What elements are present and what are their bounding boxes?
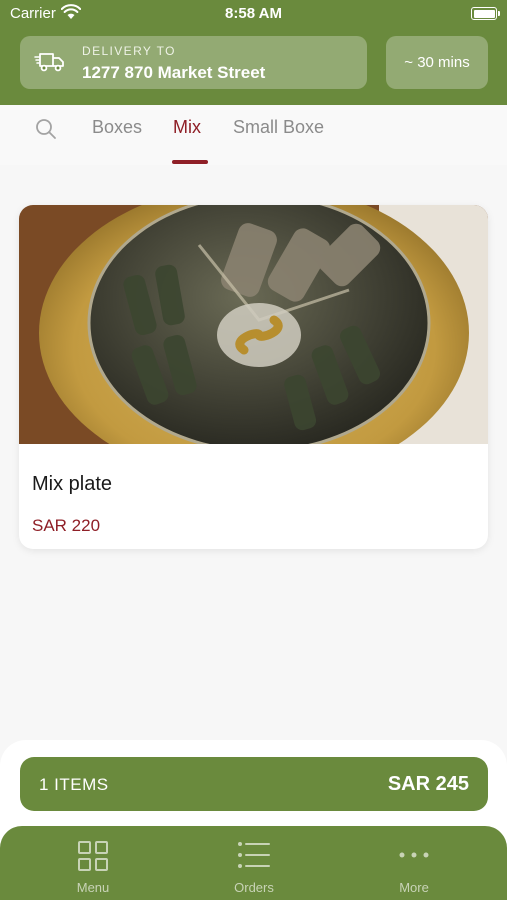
tabbar-label-orders: Orders: [234, 880, 274, 895]
cart-item-count: 1 ITEMS: [39, 775, 109, 794]
tabbar-item-orders[interactable]: Orders: [194, 826, 314, 900]
product-price: SAR 220: [32, 516, 101, 535]
battery-icon: [471, 7, 500, 20]
tab-boxes[interactable]: Boxes: [92, 117, 142, 138]
eta-button[interactable]: ~ 30 mins: [386, 36, 488, 89]
tabbar-label-menu: Menu: [76, 880, 110, 895]
tabbar-label-more: More: [399, 880, 429, 895]
tab-small-boxes[interactable]: Small Boxe: [233, 117, 324, 138]
cart-total: SAR 245: [387, 773, 469, 795]
delivery-truck-icon: [34, 53, 64, 72]
product-title: Mix plate: [32, 473, 113, 495]
product-image: [19, 205, 488, 444]
more-icon: [399, 852, 429, 858]
delivery-address-button[interactable]: DELIVERY TO 1277 870 Market Street: [20, 36, 367, 89]
eta-label: ~ 30 mins: [404, 54, 470, 71]
app-header: Carrier 8:58 AM DELIVERY TO 1277 870 Mar…: [0, 0, 507, 105]
view-cart-button[interactable]: 1 ITEMS SAR 245: [20, 757, 488, 811]
delivery-label: DELIVERY TO: [82, 44, 176, 58]
delivery-address: 1277 870 Market Street: [82, 63, 266, 82]
list-icon: [238, 842, 270, 868]
active-tab-indicator: [172, 160, 208, 164]
tabbar-item-menu[interactable]: Menu: [33, 826, 153, 900]
status-bar: Carrier 8:58 AM: [0, 0, 507, 28]
clock: 8:58 AM: [225, 5, 282, 22]
tab-mix[interactable]: Mix: [173, 117, 201, 138]
search-icon[interactable]: [35, 118, 57, 140]
product-card[interactable]: Mix plate SAR 220: [19, 205, 488, 549]
tabbar-item-more[interactable]: More: [354, 826, 474, 900]
category-tabs: Boxes Mix Small Boxe: [0, 105, 507, 165]
grid-icon: [78, 841, 108, 871]
bottom-tab-bar: Menu Orders More: [0, 826, 507, 900]
